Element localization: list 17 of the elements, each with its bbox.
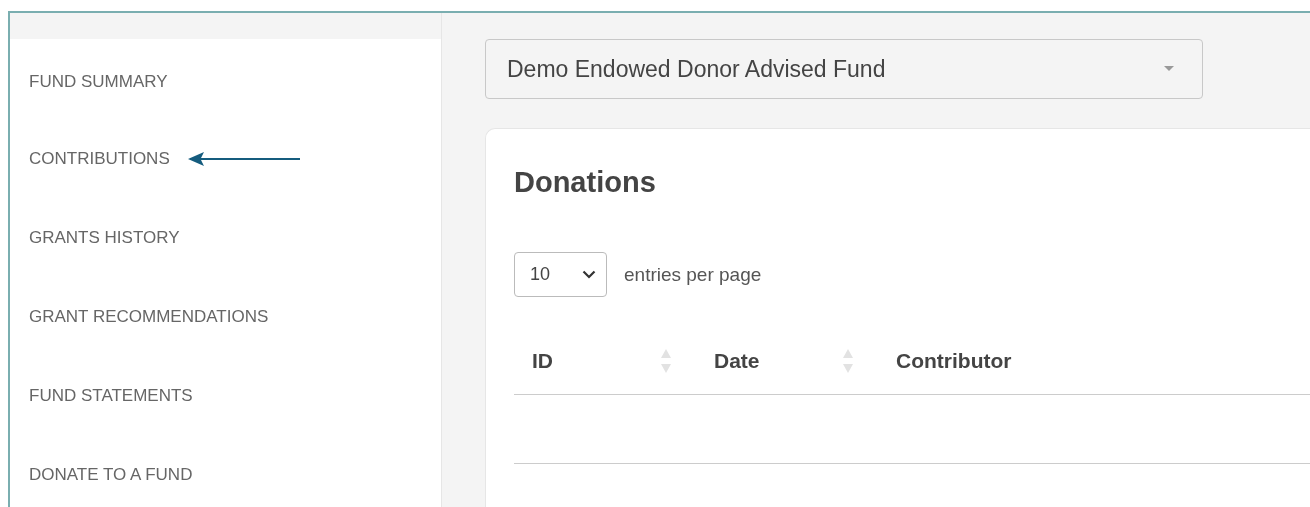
column-header[interactable]: Contributor: [896, 348, 1012, 373]
sort-icon[interactable]: [661, 347, 671, 374]
page-size-select[interactable]: 10: [514, 252, 607, 297]
sidebar-link[interactable]: GRANTS HISTORY: [29, 227, 180, 248]
column-header[interactable]: Date: [714, 348, 760, 373]
fund-dropdown[interactable]: Demo Endowed Donor Advised Fund: [485, 39, 1203, 99]
sidebar-link[interactable]: CONTRIBUTIONS: [29, 148, 170, 169]
sidebar-link[interactable]: GRANT RECOMMENDATIONS: [29, 306, 269, 327]
sidebar-link[interactable]: DONATE TO A FUND: [29, 464, 193, 485]
card-title: Donations: [514, 166, 657, 199]
page-size-label: entries per page: [624, 263, 762, 286]
sort-icon[interactable]: [843, 347, 853, 374]
dropdown-caret-icon: [1164, 66, 1174, 72]
sidebar-link[interactable]: FUND SUMMARY: [29, 72, 168, 92]
sidebar-link[interactable]: FUND STATEMENTS: [29, 385, 193, 406]
chevron-down-icon: [582, 270, 596, 279]
column-header[interactable]: ID: [532, 348, 553, 373]
